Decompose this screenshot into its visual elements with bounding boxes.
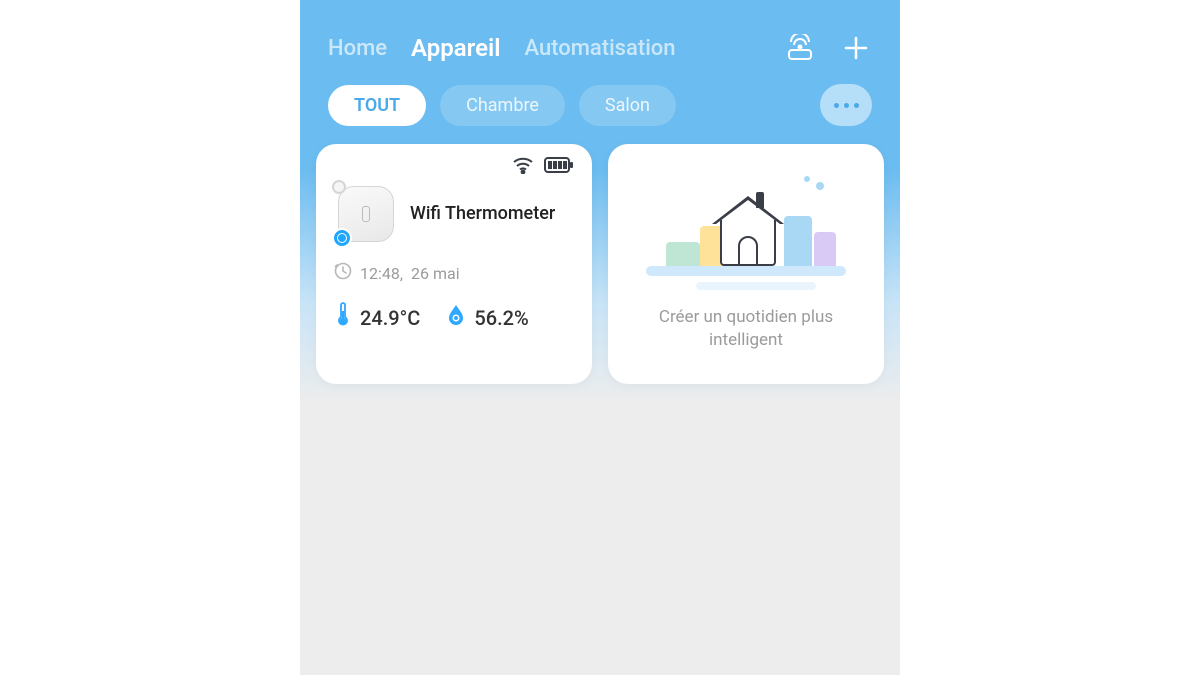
add-button[interactable] — [840, 32, 872, 64]
clock-icon — [334, 262, 352, 284]
temperature-metric: 24.9°C — [334, 302, 420, 333]
device-date: 26 mai — [411, 264, 460, 283]
filter-all[interactable]: TOUT — [328, 85, 426, 126]
top-nav: Home Appareil Automatisation — [300, 0, 900, 84]
device-card[interactable]: Wifi Thermometer 12:48, 26 mai — [316, 144, 592, 384]
humidity-value: 56.2% — [474, 306, 528, 330]
device-name: Wifi Thermometer — [410, 203, 555, 226]
promo-card[interactable]: Créer un quotidien plus intelligent — [608, 144, 884, 384]
filter-chambre[interactable]: Chambre — [440, 85, 565, 126]
nav-home[interactable]: Home — [328, 36, 387, 61]
cards-row: Wifi Thermometer 12:48, 26 mai — [300, 144, 900, 384]
humidity-metric: 56.2% — [446, 303, 528, 332]
promo-text: Créer un quotidien plus intelligent — [626, 306, 866, 352]
thermometer-icon — [334, 302, 352, 333]
temperature-value: 24.9°C — [360, 306, 420, 330]
app-screen: Home Appareil Automatisation TOUT Chambr… — [300, 0, 900, 675]
hub-icon[interactable] — [784, 32, 816, 64]
room-filters: TOUT Chambre Salon — [300, 84, 900, 144]
smart-home-illustration-icon — [656, 176, 836, 296]
humidity-icon — [446, 303, 466, 332]
device-time: 12:48, — [360, 264, 403, 283]
device-timestamp: 12:48, 26 mai — [334, 262, 574, 284]
battery-icon — [544, 157, 574, 177]
nav-automatisation[interactable]: Automatisation — [524, 36, 675, 61]
alexa-badge-icon — [332, 228, 352, 248]
device-image — [334, 182, 398, 246]
filter-salon[interactable]: Salon — [579, 85, 676, 126]
nav-appareil[interactable]: Appareil — [411, 34, 500, 62]
wifi-icon — [512, 156, 534, 178]
more-rooms-button[interactable] — [820, 84, 872, 126]
